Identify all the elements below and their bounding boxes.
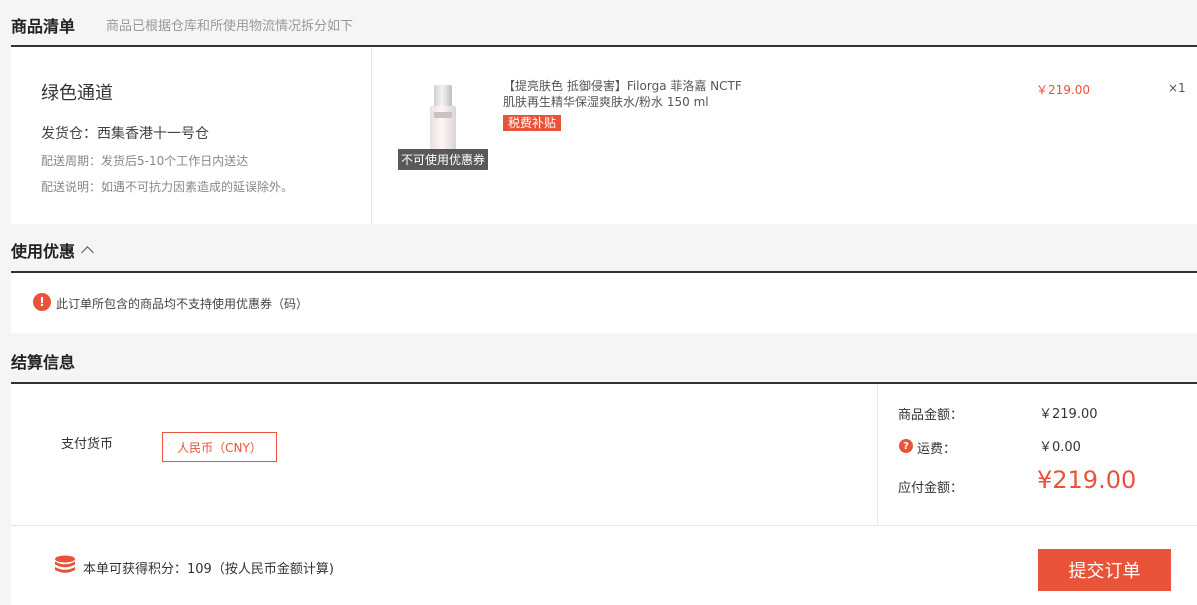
shipping-label: 运费： xyxy=(917,442,957,457)
product-price: ￥219.00 xyxy=(1036,83,1090,97)
settlement-panel: 支付货币 人民币（CNY） 商品金额： ￥219.00 ? 运费： ￥0.00 … xyxy=(11,384,1197,605)
delivery-period: 配送周期：发货后5-10个工作日内送达 xyxy=(41,154,249,168)
footer-divider xyxy=(11,525,1197,526)
items-section-title: 商品清单 xyxy=(11,17,76,36)
settlement-section-title: 结算信息 xyxy=(11,353,76,372)
product-info: 【提亮肤色 抵御侵害】Filorga 菲洛嘉 NCTF 肌肤再生精华保湿爽肤水/… xyxy=(503,78,742,131)
currency-select[interactable]: 人民币（CNY） xyxy=(162,432,277,462)
items-section-subtitle: 商品已根据仓库和所使用物流情况拆分如下 xyxy=(106,19,354,34)
submit-order-button[interactable]: 提交订单 xyxy=(1038,549,1171,591)
warning-icon: ! xyxy=(33,293,51,311)
product-name-line-2[interactable]: 肌肤再生精华保湿爽肤水/粉水 150 ml xyxy=(503,94,742,110)
currency-label: 支付货币 xyxy=(61,437,114,452)
product-quantity: ×1 xyxy=(1168,81,1186,95)
coupon-panel: ! 此订单所包含的商品均不支持使用优惠券（码） xyxy=(11,273,1197,333)
shipment-panel: 绿色通道 发货仓：西集香港十一号仓 配送周期：发货后5-10个工作日内送达 配送… xyxy=(11,47,1197,224)
payable-amount: ¥219.00 xyxy=(1037,466,1137,494)
coupon-notice: 此订单所包含的商品均不支持使用优惠券（码） xyxy=(56,297,309,311)
shipping-channel: 绿色通道 xyxy=(41,83,113,104)
warehouse-info: 发货仓：西集香港十一号仓 xyxy=(41,126,209,142)
coupon-section-title: 使用优惠 xyxy=(11,242,76,261)
goods-amount: ￥219.00 xyxy=(1039,407,1098,422)
settlement-divider xyxy=(877,384,878,525)
shipping-amount: ￥0.00 xyxy=(1039,440,1081,455)
shipment-divider xyxy=(371,47,372,224)
no-coupon-badge: 不可使用优惠券 xyxy=(398,149,489,170)
shipping-help-icon[interactable]: ? xyxy=(899,439,913,453)
coins-stack-icon xyxy=(55,555,75,573)
points-info: 本单可获得积分：109（按人民币金额计算) xyxy=(83,562,334,577)
tax-subsidy-tag: 税费补贴 xyxy=(503,115,562,131)
coupon-section-header[interactable]: 使用优惠 xyxy=(11,238,94,262)
product-bottle-icon xyxy=(430,85,456,151)
goods-amount-label: 商品金额： xyxy=(898,408,964,423)
payable-label: 应付金额： xyxy=(898,481,964,496)
product-name-line-1[interactable]: 【提亮肤色 抵御侵害】Filorga 菲洛嘉 NCTF xyxy=(503,78,742,94)
delivery-note: 配送说明：如遇不可抗力因素造成的延误除外。 xyxy=(41,180,294,194)
chevron-up-icon[interactable] xyxy=(81,246,94,259)
